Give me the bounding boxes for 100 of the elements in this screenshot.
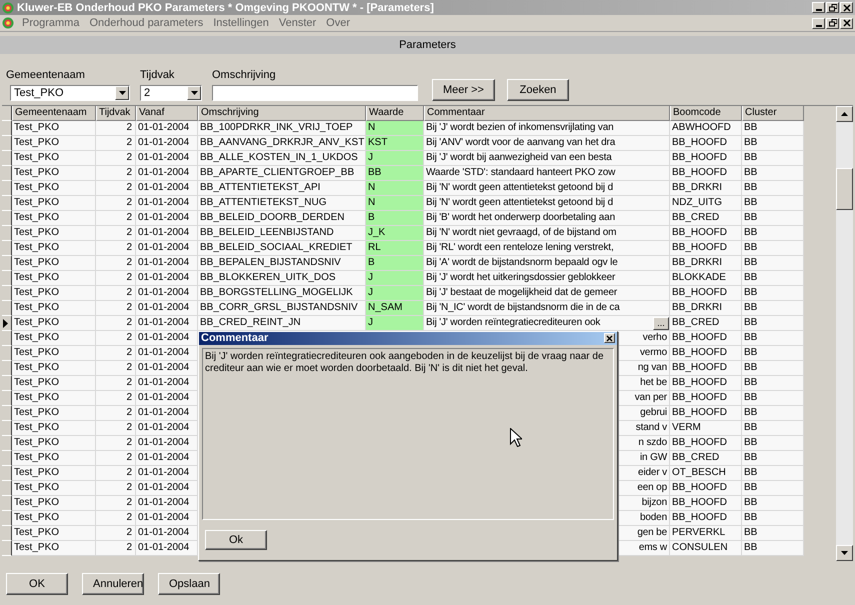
- row-header[interactable]: [2, 406, 12, 421]
- row-header[interactable]: [2, 451, 12, 466]
- row-header[interactable]: [2, 271, 12, 286]
- table-cell: BB: [742, 316, 804, 331]
- column-header[interactable]: Omschrijving: [198, 106, 366, 121]
- minimize-button[interactable]: [812, 18, 825, 28]
- dropdown-field[interactable]: Test_PKO: [10, 85, 130, 101]
- row-header[interactable]: [2, 436, 12, 451]
- minimize-button[interactable]: [812, 2, 825, 13]
- column-header[interactable]: Waarde: [366, 106, 424, 121]
- row-header[interactable]: [2, 361, 12, 376]
- table-cell: BB_BORGSTELLING_MOGELIJK: [198, 286, 366, 301]
- dialog-button[interactable]: Annuleren: [82, 573, 144, 595]
- table-cell: BB: [742, 331, 804, 346]
- scrollbar[interactable]: [836, 106, 853, 561]
- restore-button[interactable]: [826, 2, 839, 13]
- table-cell: ng van: [638, 361, 667, 375]
- column-header[interactable]: Vanaf: [136, 106, 198, 121]
- dialog-button[interactable]: Opslaan: [158, 573, 220, 595]
- table-cell: Bij 'N' wordt geen attentietekst getoond bij d: [426, 181, 614, 195]
- comment-text: Bij 'J' worden reïntegratiecrediteuren ook aangeboden in de keuzelijst bij de vraag naar de crediteur aan wie er moet worden doorbetaald. Bij 'N' is dit niet het geval.: [202, 348, 614, 520]
- row-header[interactable]: [2, 331, 12, 346]
- row-header[interactable]: [2, 511, 12, 526]
- table-cell: 2: [96, 526, 136, 541]
- table-cell: BB: [742, 541, 804, 556]
- table-cell: 01-01-2004: [136, 481, 198, 496]
- row-header[interactable]: [2, 241, 12, 256]
- column-header[interactable]: Cluster: [742, 106, 804, 121]
- row-header[interactable]: [2, 301, 12, 316]
- table-cell: Test_PKO: [12, 526, 96, 541]
- row-header[interactable]: [2, 166, 12, 181]
- column-header[interactable]: Commentaar: [424, 106, 670, 121]
- table-cell: Bij 'N_IC' wordt de bijstandsnorm die in de ca: [426, 301, 620, 315]
- scroll-thumb[interactable]: [836, 168, 853, 210]
- column-header[interactable]: Boomcode: [670, 106, 742, 121]
- restore-button[interactable]: [826, 18, 839, 28]
- table-cell: 2: [96, 226, 136, 241]
- row-header[interactable]: [2, 391, 12, 406]
- close-icon: [842, 19, 850, 27]
- ellipsis-button[interactable]: ...: [653, 316, 669, 330]
- row-header[interactable]: [2, 466, 12, 481]
- table-cell: 2: [96, 376, 136, 391]
- scroll-down-button[interactable]: [836, 545, 853, 561]
- close-button[interactable]: [604, 333, 615, 344]
- table-cell: BB_BEPALEN_BIJSTANDSNIV: [198, 256, 366, 271]
- row-header[interactable]: [2, 181, 12, 196]
- filter-button[interactable]: Meer >>: [432, 79, 495, 101]
- row-header[interactable]: [2, 151, 12, 166]
- row-header[interactable]: [2, 196, 12, 211]
- table-cell: Test_PKO: [12, 136, 96, 151]
- dialog-button[interactable]: OK: [6, 573, 68, 595]
- table-cell: PERVERKL: [670, 526, 742, 541]
- table-cell: n szdo: [638, 436, 667, 450]
- table-cell: Bij 'N' wordt niet gevraagd, of de bijstand om: [426, 226, 616, 240]
- row-header[interactable]: [2, 541, 12, 556]
- row-header[interactable]: [2, 211, 12, 226]
- table-cell: BB: [742, 286, 804, 301]
- menu-item[interactable]: Instellingen: [213, 17, 269, 29]
- row-header[interactable]: [2, 346, 12, 361]
- table-cell: 2: [96, 121, 136, 136]
- close-button[interactable]: [840, 2, 853, 13]
- row-header[interactable]: [2, 226, 12, 241]
- table-cell: N: [366, 181, 424, 196]
- menu-item[interactable]: Over: [326, 17, 350, 29]
- filter-button[interactable]: Zoeken: [506, 79, 569, 101]
- row-header[interactable]: [2, 136, 12, 151]
- row-header[interactable]: [2, 526, 12, 541]
- table-cell: 01-01-2004: [136, 121, 198, 136]
- menu-item[interactable]: Venster: [278, 17, 316, 29]
- dropdown-button[interactable]: [115, 86, 129, 100]
- row-header[interactable]: [2, 376, 12, 391]
- table-cell: gen be: [637, 526, 667, 540]
- column-header[interactable]: Gemeentenaam: [12, 106, 96, 121]
- table-cell: KST: [366, 136, 424, 151]
- table-cell: BB: [742, 256, 804, 271]
- input-field[interactable]: [212, 85, 418, 101]
- row-header[interactable]: [2, 481, 12, 496]
- row-header[interactable]: [2, 121, 12, 136]
- row-header[interactable]: [2, 256, 12, 271]
- row-header[interactable]: [2, 286, 12, 301]
- table-cell: Waarde 'STD': standaard hanteert PKO zow: [426, 166, 616, 180]
- table-cell: bijzon: [642, 496, 667, 510]
- menu-item[interactable]: Programma: [22, 17, 80, 29]
- table-cell: 01-01-2004: [136, 376, 198, 391]
- close-button[interactable]: [840, 18, 853, 28]
- table-cell: BB: [366, 166, 424, 181]
- row-header[interactable]: [2, 421, 12, 436]
- scroll-up-button[interactable]: [836, 106, 853, 122]
- row-header[interactable]: [2, 316, 12, 331]
- field-label: Tijdvak: [140, 69, 176, 81]
- table-cell: BB: [742, 136, 804, 151]
- table-cell: van per: [634, 391, 667, 405]
- dropdown-button[interactable]: [187, 86, 201, 100]
- dropdown-field[interactable]: 2: [140, 85, 202, 101]
- table-cell: Bij 'J' wordt bij aanwezigheid van een besta: [426, 151, 612, 165]
- menu-item[interactable]: Onderhoud parameters: [89, 17, 204, 29]
- ok-button[interactable]: Ok: [205, 530, 267, 550]
- column-header[interactable]: Tijdvak: [96, 106, 136, 121]
- row-header[interactable]: [2, 496, 12, 511]
- row-header: [2, 106, 12, 121]
